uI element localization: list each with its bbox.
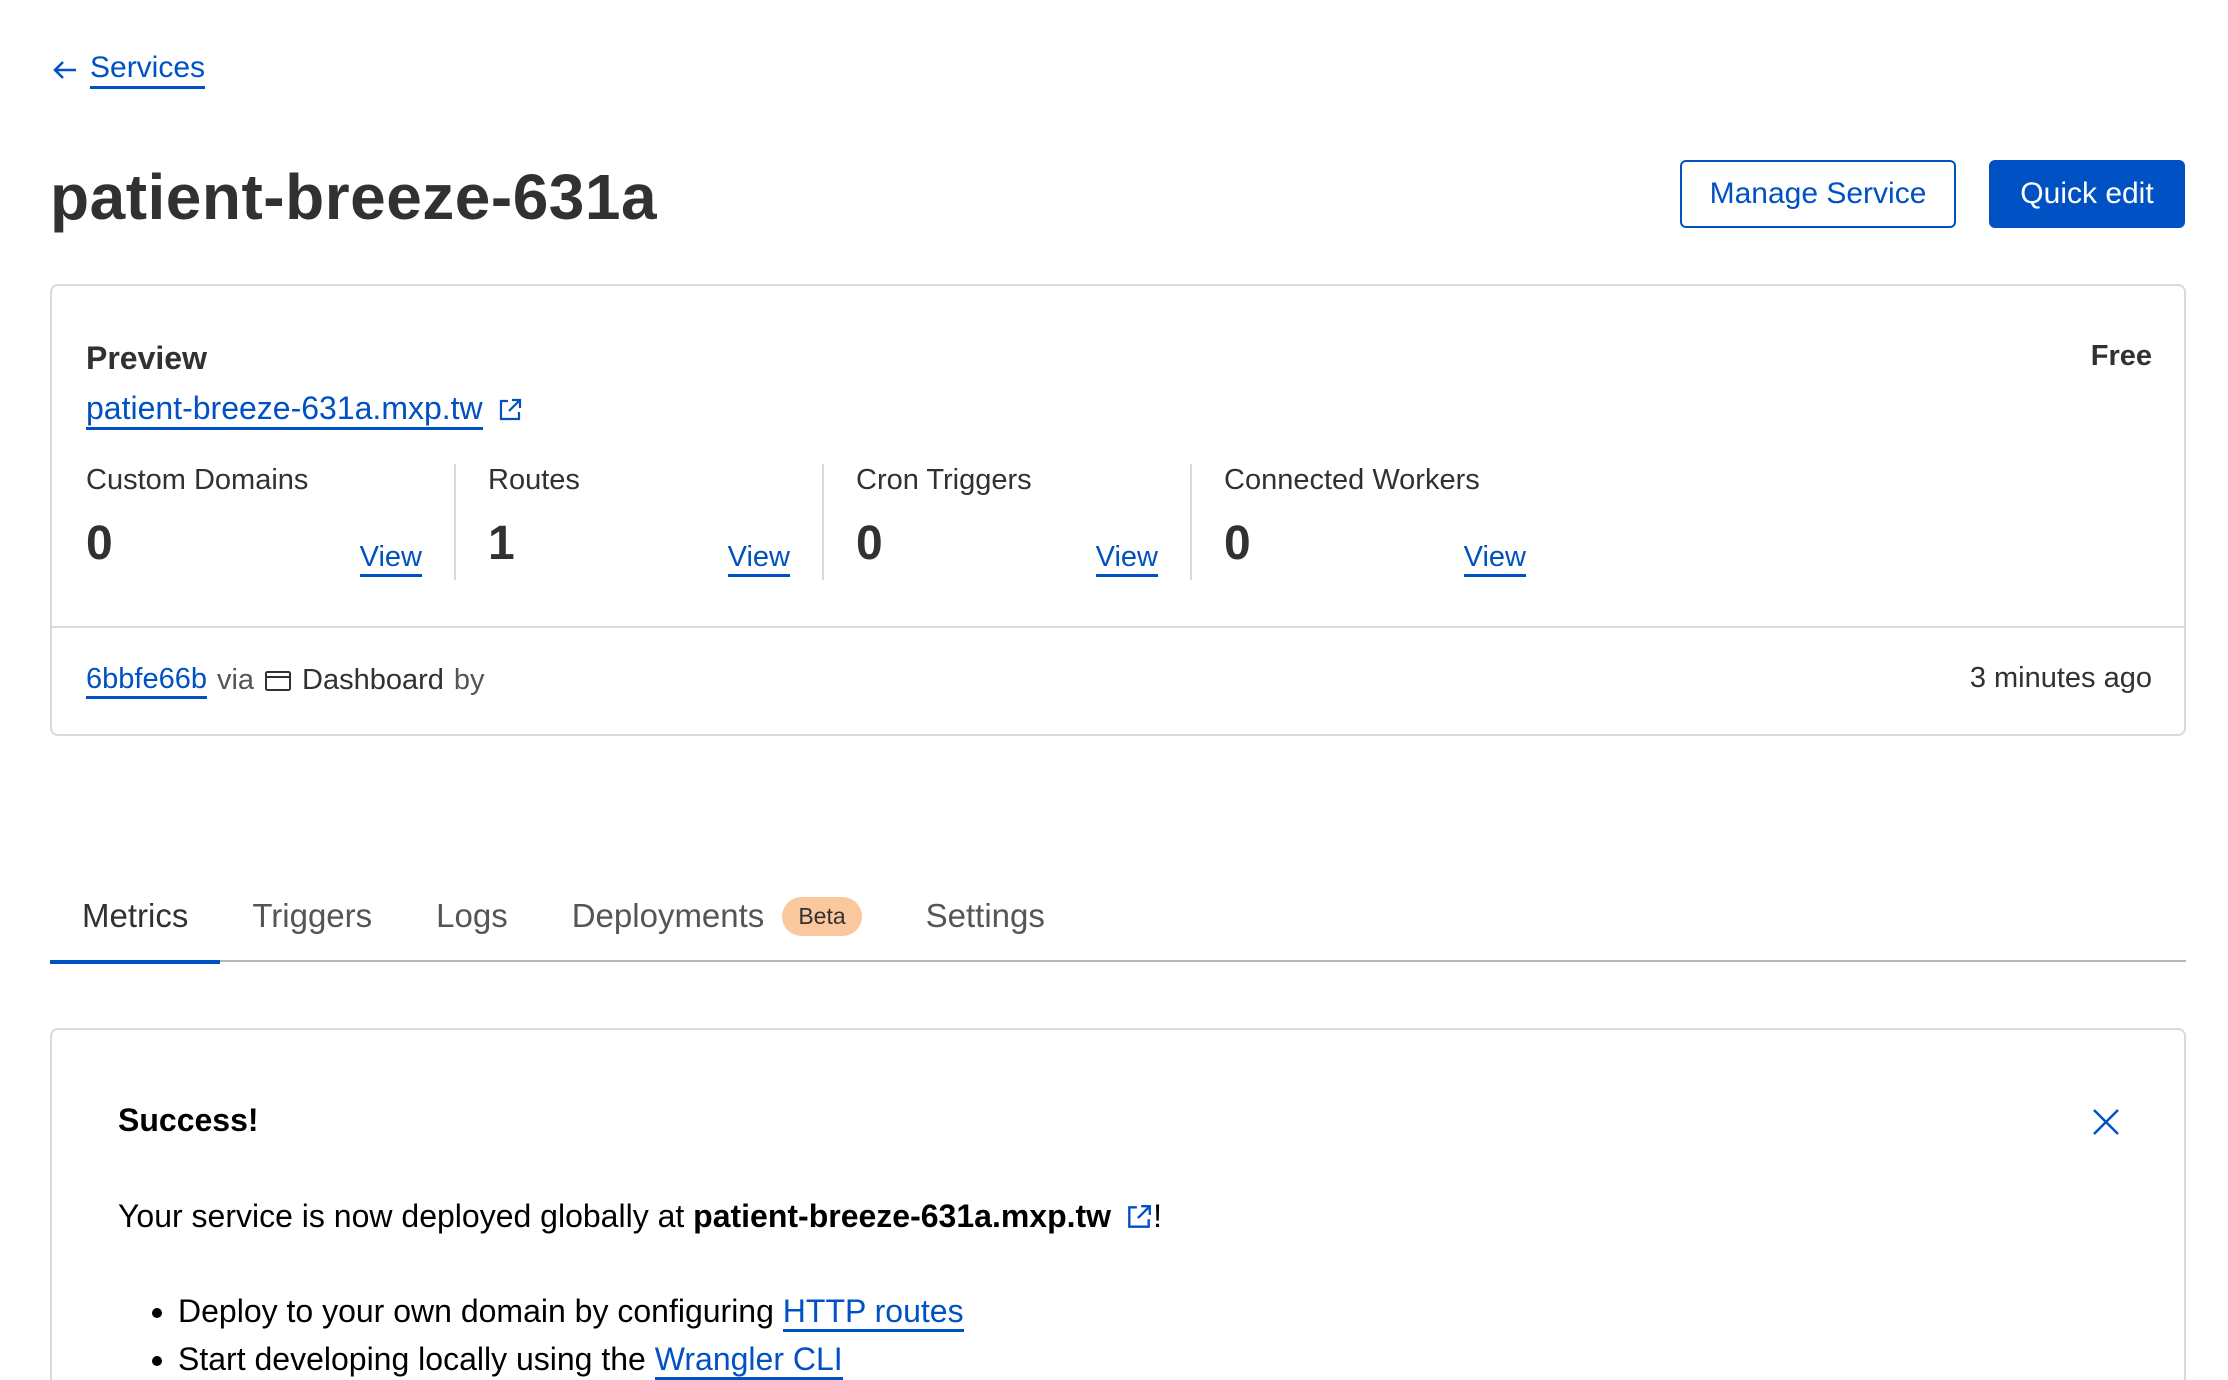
arrow-left-icon (53, 60, 76, 79)
list-item-text: Deploy to your own domain by configuring (178, 1293, 783, 1329)
preview-heading: Preview (86, 340, 207, 376)
list-item-text: Start developing locally using the (178, 1341, 655, 1377)
beta-badge: Beta (782, 896, 862, 936)
stat-value: 0 (856, 517, 883, 570)
back-to-services-link[interactable]: Services (50, 50, 206, 89)
manage-service-button[interactable]: Manage Service (1680, 160, 1956, 228)
tab-label: Logs (436, 897, 508, 934)
alert-title: Success! (118, 1102, 259, 1138)
tab-logs[interactable]: Logs (404, 870, 540, 962)
stat-routes: Routes 1 View (454, 464, 822, 580)
list-item: Start developing locally using the Wrang… (178, 1340, 964, 1380)
plan-badge: Free (2090, 340, 2152, 372)
stat-custom-domains: Custom Domains 0 View (86, 464, 454, 580)
http-routes-link[interactable]: HTTP routes (782, 1293, 964, 1332)
tab-triggers[interactable]: Triggers (220, 870, 404, 962)
quick-edit-button[interactable]: Quick edit (1989, 160, 2185, 228)
deployed-by-text: by (453, 664, 485, 696)
deployment-time: 3 minutes ago (1969, 662, 2152, 694)
service-tabs: Metrics Triggers Logs Deployments Beta S… (50, 870, 2186, 964)
via-text: via (216, 664, 255, 696)
commit-hash-link[interactable]: 6bbfe66b (86, 662, 207, 699)
next-steps-list: Deploy to your own domain by configuring… (178, 1292, 964, 1380)
stat-connected-workers: Connected Workers 0 View (1190, 464, 1558, 580)
close-icon[interactable] (2090, 1106, 2122, 1138)
stat-value: 0 (86, 517, 113, 570)
tab-settings[interactable]: Settings (894, 870, 1077, 962)
success-alert: Success! Your service is now deployed gl… (50, 1028, 2186, 1380)
stats-row: Custom Domains 0 View Routes 1 View Cron… (86, 464, 1558, 580)
tab-label: Settings (925, 897, 1045, 934)
routes-view-link[interactable]: View (727, 540, 790, 577)
external-link-icon[interactable] (1125, 1203, 1153, 1231)
tab-label: Metrics (82, 897, 189, 934)
preview-url-link[interactable]: patient-breeze-631a.mxp.tw (86, 390, 483, 430)
deployed-url: patient-breeze-631a.mxp.tw (693, 1198, 1112, 1234)
dashboard-icon (265, 670, 292, 691)
stat-cron-triggers: Cron Triggers 0 View (822, 464, 1190, 580)
preview-url-row: patient-breeze-631a.mxp.tw (86, 390, 523, 430)
tab-label: Deployments (571, 897, 765, 934)
stat-label: Cron Triggers (856, 464, 1032, 496)
stat-value: 1 (488, 517, 515, 570)
tab-metrics[interactable]: Metrics (50, 870, 221, 964)
latest-deployment-row: 6bbfe66b via Dashboard by (86, 662, 485, 699)
stat-label: Custom Domains (86, 464, 309, 496)
deployment-source: Dashboard (302, 664, 444, 696)
message-suffix: ! (1153, 1198, 1162, 1234)
list-item: Deploy to your own domain by configuring… (178, 1292, 964, 1332)
custom-domains-view-link[interactable]: View (359, 540, 422, 577)
service-overview-card: Preview Free patient-breeze-631a.mxp.tw … (50, 284, 2186, 736)
tab-deployments[interactable]: Deployments Beta (540, 870, 894, 962)
page-title: patient-breeze-631a (50, 161, 658, 233)
stat-label: Connected Workers (1224, 464, 1480, 496)
cron-triggers-view-link[interactable]: View (1095, 540, 1158, 577)
wrangler-cli-link[interactable]: Wrangler CLI (654, 1341, 843, 1380)
alert-message: Your service is now deployed globally at… (118, 1198, 1162, 1235)
external-link-icon[interactable] (497, 397, 523, 423)
back-link-label: Services (90, 50, 206, 89)
connected-workers-view-link[interactable]: View (1463, 540, 1526, 577)
tab-label: Triggers (252, 897, 373, 934)
stat-value: 0 (1224, 517, 1251, 570)
message-prefix: Your service is now deployed globally at (118, 1198, 694, 1234)
card-divider (52, 626, 2184, 628)
stat-label: Routes (488, 464, 580, 496)
